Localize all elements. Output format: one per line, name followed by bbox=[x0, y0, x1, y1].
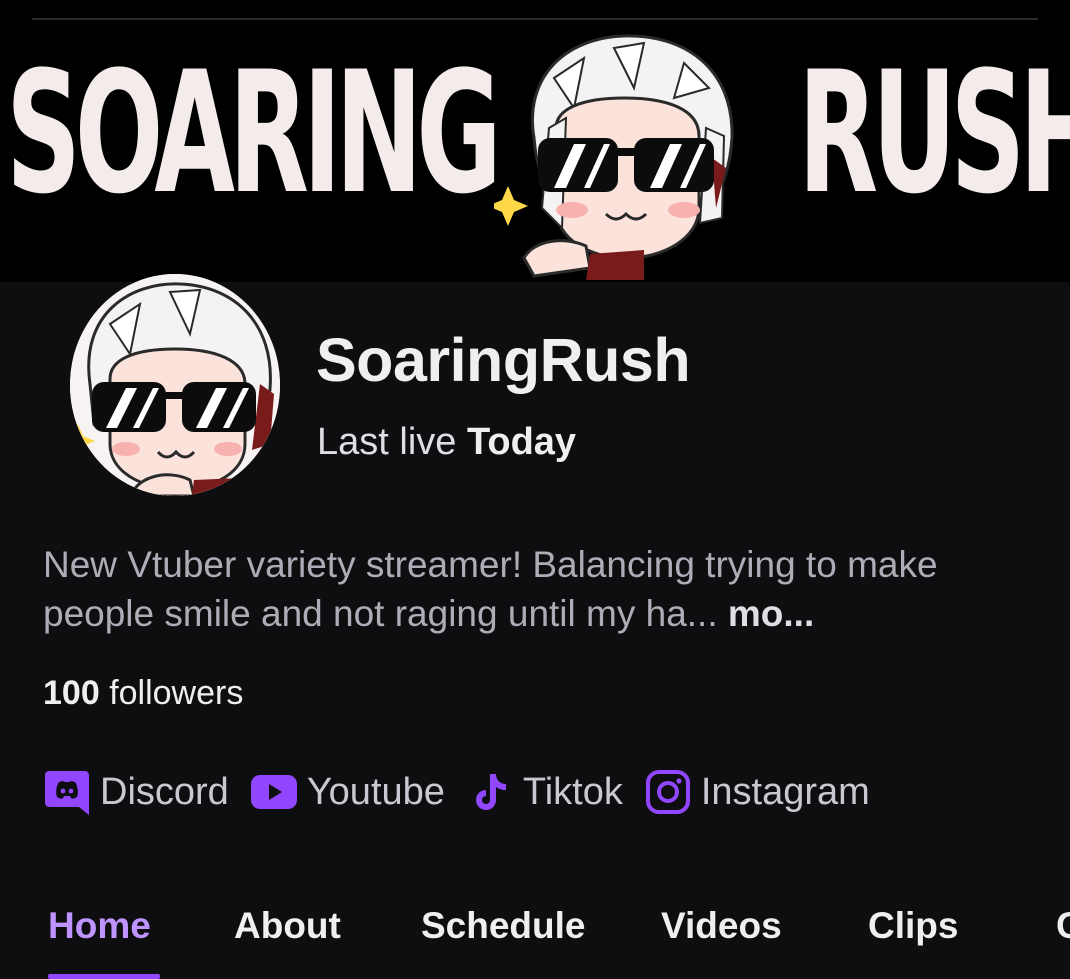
channel-tabs: Home About Schedule Videos Clips C bbox=[0, 890, 1070, 979]
channel-name: SoaringRush bbox=[316, 326, 691, 394]
channel-bio: New Vtuber variety streamer! Balancing t… bbox=[43, 540, 1043, 638]
tab-about[interactable]: About bbox=[234, 902, 341, 950]
social-link-label: Instagram bbox=[700, 770, 870, 813]
banner-word-soaring: SOARING bbox=[6, 35, 502, 231]
last-live-value: Today bbox=[466, 421, 577, 463]
social-link-tiktok[interactable]: Tiktok bbox=[467, 769, 623, 815]
active-tab-indicator bbox=[48, 974, 160, 979]
social-link-label: Discord bbox=[100, 770, 229, 813]
followers-label: followers bbox=[109, 674, 244, 712]
tab-home[interactable]: Home bbox=[48, 902, 151, 950]
discord-icon bbox=[44, 769, 90, 815]
channel-banner: SOARING RUSH bbox=[0, 0, 1070, 282]
tab-overflow[interactable]: C bbox=[1056, 902, 1070, 950]
avatar-character-illustration bbox=[70, 274, 280, 496]
tab-schedule[interactable]: Schedule bbox=[421, 902, 586, 950]
last-live-prefix: Last live bbox=[317, 421, 457, 463]
tiktok-icon bbox=[467, 769, 513, 815]
followers-count: 100 followers bbox=[43, 668, 243, 718]
social-link-discord[interactable]: Discord bbox=[44, 769, 229, 815]
social-links: Discord Youtube Tiktok Instagram bbox=[44, 762, 892, 822]
instagram-icon bbox=[645, 769, 691, 815]
social-link-youtube[interactable]: Youtube bbox=[250, 769, 445, 815]
tab-videos[interactable]: Videos bbox=[661, 902, 782, 950]
bio-more-link[interactable]: mo... bbox=[728, 593, 814, 634]
channel-avatar[interactable] bbox=[64, 270, 286, 502]
youtube-icon bbox=[250, 769, 297, 815]
banner-word-rush: RUSH bbox=[798, 35, 1070, 231]
social-link-instagram[interactable]: Instagram bbox=[645, 769, 870, 815]
tab-clips[interactable]: Clips bbox=[868, 902, 958, 950]
followers-number: 100 bbox=[43, 674, 100, 712]
banner-character-illustration bbox=[494, 34, 734, 280]
social-link-label: Tiktok bbox=[522, 770, 623, 813]
last-live-status: Last live Today bbox=[317, 416, 576, 468]
avatar-image bbox=[70, 274, 280, 496]
social-link-label: Youtube bbox=[306, 770, 445, 813]
channel-page: SOARING RUSH SoaringRush Last live Today… bbox=[0, 0, 1070, 979]
